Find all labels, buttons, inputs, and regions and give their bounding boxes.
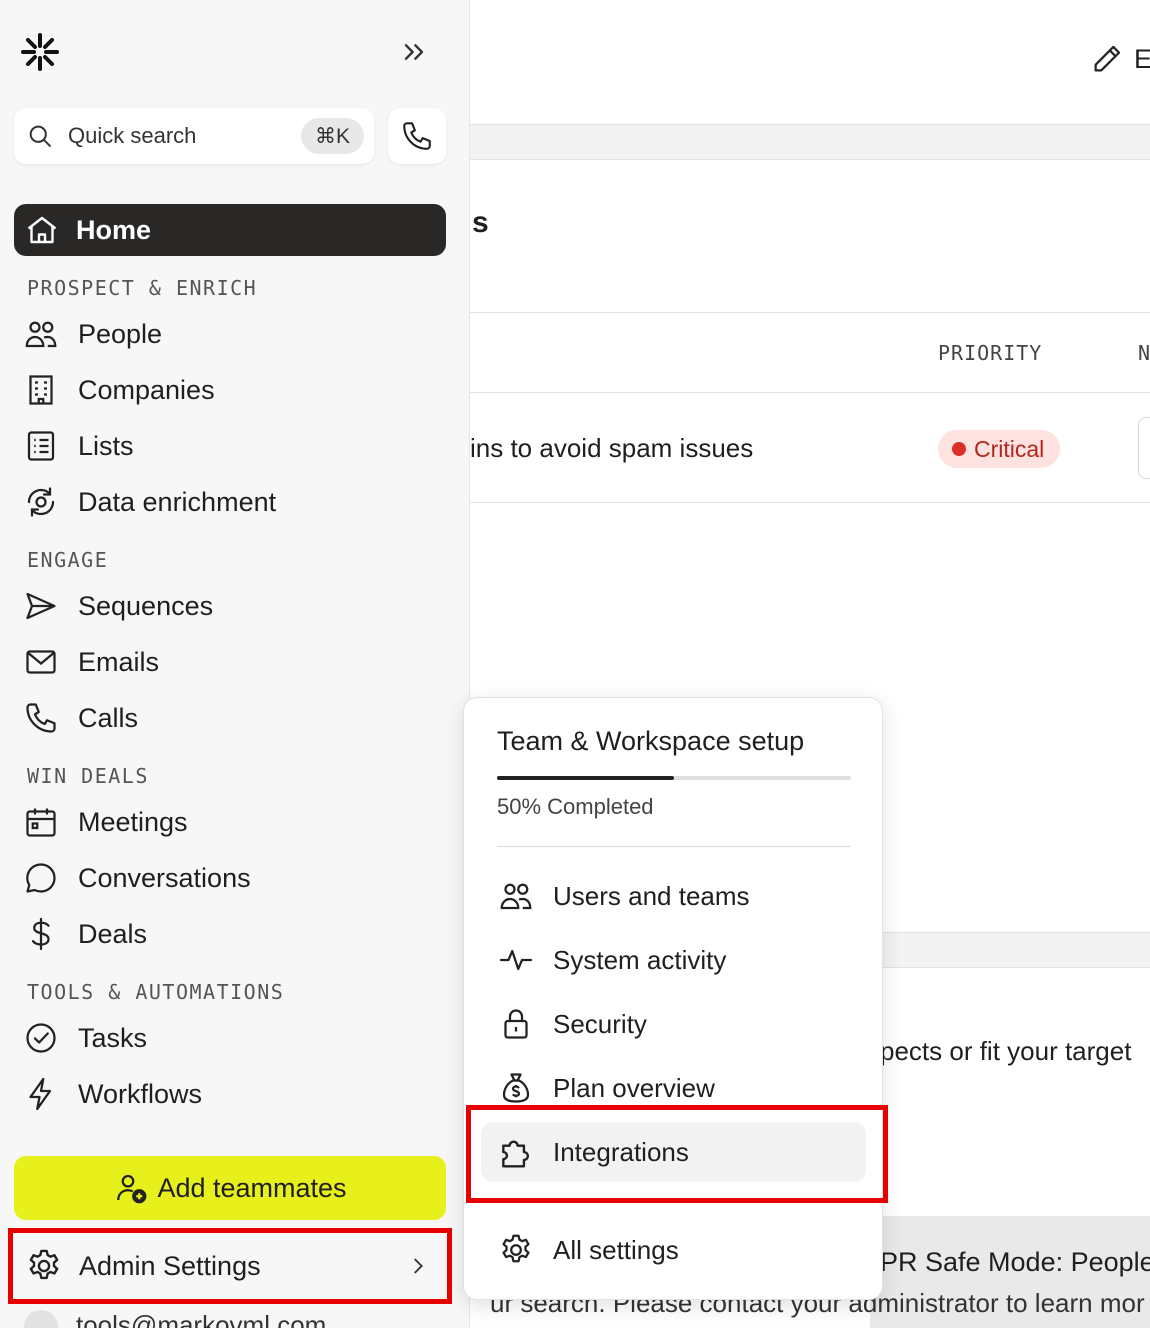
sidebar-item-label: Deals <box>78 918 148 949</box>
menu-item-label: System activity <box>553 944 727 975</box>
status-dot-icon <box>952 442 966 456</box>
section-engage: ENGAGE <box>27 548 109 572</box>
menu-item-all-settings[interactable]: All settings <box>497 1220 867 1280</box>
task-title: ins to avoid spam issues <box>470 433 754 463</box>
sidebar-item-label: Meetings <box>78 806 188 837</box>
info-text: pects or fit your target <box>880 1036 1132 1066</box>
menu-item-security[interactable]: Security <box>497 994 867 1054</box>
section-prospect-enrich: PROSPECT & ENRICH <box>27 276 258 300</box>
home-icon <box>27 216 57 244</box>
sidebar-item-sequences[interactable]: Sequences <box>22 582 446 630</box>
sidebar-item-calls[interactable]: Calls <box>22 694 446 742</box>
phone-icon <box>403 122 431 150</box>
section-title: s <box>472 206 489 239</box>
add-teammates-label: Add teammates <box>157 1172 347 1203</box>
lightning-icon <box>22 1075 60 1113</box>
phone-icon <box>22 699 60 737</box>
priority-badge: Critical <box>938 430 1061 468</box>
lock-icon <box>497 1005 535 1043</box>
sidebar-item-deals[interactable]: Deals <box>22 910 446 958</box>
pencil-icon <box>1094 45 1121 72</box>
column-header-priority: PRIORITY <box>938 341 1043 365</box>
sidebar-item-label: People <box>78 318 163 349</box>
search-shortcut-badge: ⌘K <box>300 118 364 154</box>
sidebar-item-emails[interactable]: Emails <box>22 638 446 686</box>
chevron-right-icon <box>414 1258 423 1274</box>
user-email: tools@markovml.com <box>76 1310 327 1328</box>
search-placeholder: Quick search <box>68 123 197 148</box>
account-menu[interactable]: tools@markovml.com <box>24 1310 444 1328</box>
section-tools-automations: TOOLS & AUTOMATIONS <box>27 980 285 1004</box>
money-bag-icon <box>497 1069 535 1107</box>
add-teammates-button[interactable]: Add teammates <box>14 1156 446 1220</box>
edit-button[interactable]: E <box>1090 42 1150 76</box>
sidebar-item-label: Data enrichment <box>78 486 277 517</box>
sidebar-item-meetings[interactable]: Meetings <box>22 798 446 846</box>
section-win-deals: WIN DEALS <box>27 764 149 788</box>
table-header: PRIORITY N <box>470 312 1150 393</box>
table-row[interactable]: ins to avoid spam issues Critical <box>470 393 1150 503</box>
gear-icon <box>29 1249 59 1280</box>
chevron-double-right-icon[interactable] <box>398 36 430 68</box>
activity-pulse-icon <box>497 941 535 979</box>
gear-icon <box>497 1231 535 1269</box>
add-user-icon <box>117 1174 147 1204</box>
sidebar-item-workflows[interactable]: Workflows <box>22 1070 446 1118</box>
list-icon <box>22 427 60 465</box>
gdpr-banner-title: PR Safe Mode: People <box>880 1247 1150 1277</box>
sidebar-item-label: Workflows <box>78 1078 203 1109</box>
people-icon <box>497 877 535 915</box>
dollar-icon <box>22 915 60 953</box>
setup-progress-text: 50% Completed <box>497 794 654 819</box>
chat-bubble-icon <box>22 859 60 897</box>
admin-settings-menu: Team & Workspace setup 50% Completed Use… <box>463 697 883 1300</box>
setup-progress-fill <box>497 776 674 780</box>
annotation-highlight <box>466 1105 888 1203</box>
sidebar-item-conversations[interactable]: Conversations <box>22 854 446 902</box>
admin-settings-label: Admin Settings <box>79 1250 261 1281</box>
sidebar-item-label: Conversations <box>78 862 251 893</box>
menu-item-system-activity[interactable]: System activity <box>497 930 867 990</box>
logo-icon[interactable] <box>20 32 60 72</box>
row-action-button[interactable] <box>1138 417 1150 479</box>
sidebar-item-people[interactable]: People <box>22 310 446 358</box>
quick-search[interactable]: Quick search ⌘K <box>14 108 374 164</box>
menu-item-label: All settings <box>553 1234 679 1265</box>
menu-divider <box>497 846 851 847</box>
search-icon <box>29 125 51 147</box>
sidebar-item-label: Emails <box>78 646 160 677</box>
edit-label: E <box>1134 43 1150 74</box>
sidebar-item-home[interactable]: Home <box>14 204 446 256</box>
sidebar-item-lists[interactable]: Lists <box>22 422 446 470</box>
setup-title: Team & Workspace setup <box>497 726 805 756</box>
column-header-next: N <box>1138 341 1150 365</box>
building-icon <box>22 371 60 409</box>
sidebar-item-label: Companies <box>78 374 215 405</box>
admin-settings-button[interactable]: Admin Settings <box>8 1228 452 1304</box>
divider-band <box>470 124 1150 160</box>
sidebar-item-companies[interactable]: Companies <box>22 366 446 414</box>
send-icon <box>22 587 60 625</box>
menu-item-label: Users and teams <box>553 880 750 911</box>
sidebar-item-label: Home <box>76 214 152 245</box>
menu-item-label: Security <box>553 1008 647 1039</box>
sidebar-item-label: Calls <box>78 702 139 733</box>
sidebar-item-label: Sequences <box>78 590 214 621</box>
sidebar-item-tasks[interactable]: Tasks <box>22 1014 446 1062</box>
menu-item-label: Plan overview <box>553 1072 715 1103</box>
calendar-icon <box>22 803 60 841</box>
sidebar: Quick search ⌘K Home PROSPECT & ENRICH P… <box>0 0 470 1328</box>
avatar <box>24 1310 58 1328</box>
sidebar-item-label: Tasks <box>78 1022 148 1053</box>
menu-item-users-and-teams[interactable]: Users and teams <box>497 866 867 926</box>
sidebar-item-label: Lists <box>78 430 134 461</box>
check-circle-icon <box>22 1019 60 1057</box>
setup-progress-bar <box>497 776 851 780</box>
enrichment-refresh-icon <box>22 483 60 521</box>
people-icon <box>22 315 60 353</box>
priority-label: Critical <box>974 435 1045 462</box>
sidebar-item-data-enrichment[interactable]: Data enrichment <box>22 478 446 526</box>
dialer-button[interactable] <box>388 108 446 164</box>
mail-icon <box>22 643 60 681</box>
